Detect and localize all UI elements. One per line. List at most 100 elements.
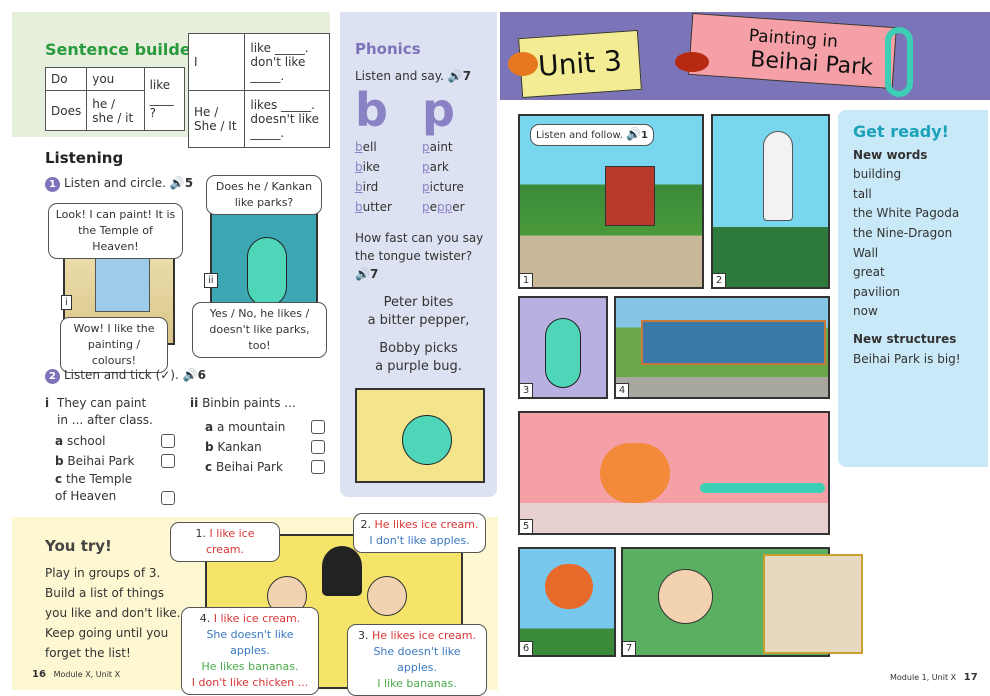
- instruction-line: Build a list of things: [45, 586, 165, 600]
- word-part: p: [422, 180, 430, 194]
- instruction-text: Listen and say.: [355, 69, 444, 83]
- bubble-line: He likes ice cream.: [374, 518, 479, 531]
- ex2-instruction: 2 Listen and tick (✓). 🔊6: [45, 368, 206, 384]
- bubble-number: 1.: [195, 527, 207, 540]
- instruction-line: Play in groups of 3.: [45, 566, 161, 580]
- painting-illustration: [95, 257, 150, 312]
- word-part: er: [452, 200, 465, 214]
- word-part: p: [422, 140, 430, 154]
- footer-text: Module 1, Unit X: [890, 673, 957, 682]
- dragon-illustration: [247, 237, 287, 307]
- comic-panel-5: 5: [518, 411, 830, 535]
- word-part: b: [355, 160, 363, 174]
- opt-letter: c: [55, 472, 63, 486]
- dragon-illustration: [545, 318, 581, 388]
- speaker-icon[interactable]: 🔊: [170, 176, 185, 190]
- word-part: p: [422, 160, 430, 174]
- speaker-icon[interactable]: 🔊: [183, 368, 198, 382]
- dragon-picture: [355, 388, 485, 483]
- track-number: 1: [641, 130, 649, 141]
- dragon-tail-icon: [885, 27, 913, 97]
- twister-line: a bitter pepper,: [367, 313, 470, 328]
- q-num: ii: [190, 396, 199, 410]
- you-try-title: You try!: [45, 537, 112, 555]
- sentence-builder-title: Sentence builder: [45, 40, 199, 59]
- girl-illustration: [322, 546, 362, 596]
- track-number: 5: [184, 176, 194, 190]
- instruction-line: Keep going until you: [45, 626, 169, 640]
- speaker-icon[interactable]: 🔊: [448, 69, 463, 83]
- bubble-number: 4.: [199, 612, 211, 625]
- bubble-number: 3.: [357, 629, 369, 642]
- neg: doesn't like _____.: [250, 112, 319, 140]
- listening-title: Listening: [45, 149, 124, 167]
- checkbox[interactable]: [311, 460, 325, 474]
- unit-header: Unit 3 Painting in Beihai Park: [500, 12, 990, 100]
- phonics-word: pepper: [422, 197, 465, 217]
- letter-b: b: [355, 83, 388, 137]
- speaker-icon[interactable]: 🔊: [626, 127, 641, 141]
- checkbox[interactable]: [161, 434, 175, 448]
- white-pagoda-illustration: [763, 131, 793, 221]
- q-num: i: [45, 396, 50, 410]
- instruction-text: Listen and tick (✓).: [64, 368, 179, 382]
- dragon-claw-icon: [508, 52, 538, 76]
- twister-line: Peter bites: [383, 295, 454, 310]
- gate-illustration: [605, 166, 655, 226]
- bubble-line: I don't like chicken ...: [191, 675, 309, 689]
- panel-number: 2: [712, 273, 726, 288]
- comic-panel-2: 2: [711, 114, 830, 289]
- speech-bubble-4: 4. I like ice cream. She doesn't like app…: [181, 607, 319, 695]
- footer-text: Module X, Unit X: [53, 670, 121, 679]
- dragon-illustration: [402, 415, 452, 465]
- cell: likes _____. doesn't like _____.: [244, 90, 330, 148]
- phonics-word: bike: [355, 157, 392, 177]
- opt-text: Beihai Park: [67, 454, 135, 468]
- b-word-list: bell bike bird butter: [355, 137, 392, 217]
- verb: like: [149, 78, 171, 92]
- p-word-list: paint park picture pepper: [422, 137, 465, 217]
- bubble-line: I like bananas.: [377, 676, 457, 690]
- neg: don't like _____.: [250, 55, 306, 83]
- word-part: pp: [437, 200, 453, 214]
- opt-letter: a: [55, 434, 64, 448]
- get-ready-title: Get ready!: [853, 122, 949, 141]
- instruction-line: you like and don't like.: [45, 606, 181, 620]
- speaker-icon[interactable]: 🔊: [355, 267, 370, 281]
- page-number: 16: [32, 669, 46, 680]
- picture-label: i: [61, 295, 72, 310]
- get-ready-panel: Get ready! New words building tall the Whi…: [838, 110, 988, 467]
- boy-illustration: [658, 569, 713, 624]
- track-number: 7: [462, 69, 472, 83]
- comic-panel-7: 7: [621, 547, 863, 657]
- word-part: aint: [429, 140, 453, 154]
- footer-right: Module 1, Unit X 17: [890, 672, 978, 683]
- answer-table: Ilike _____. don't like _____. He / She /…: [187, 33, 330, 148]
- word-part: b: [355, 180, 363, 194]
- phonics-word: paint: [422, 137, 465, 157]
- dragon-flying-illustration: [600, 443, 670, 503]
- checkbox[interactable]: [161, 454, 175, 468]
- bubble-line: I like ice cream.: [205, 527, 255, 556]
- opt-text: the Temple of Heaven: [55, 472, 133, 503]
- speech-bubble-3: 3. He likes ice cream. She doesn't like a…: [347, 624, 487, 696]
- new-structures-title: New structures: [853, 331, 957, 346]
- speech-bubble: Wow! I like the painting / colours!: [60, 317, 168, 373]
- option: a school: [45, 431, 175, 451]
- checkbox[interactable]: [161, 491, 175, 505]
- checkbox[interactable]: [311, 420, 325, 434]
- opt-letter: b: [55, 454, 64, 468]
- opt-text: Kankan: [217, 440, 262, 454]
- structure-item: Beihai Park is big!: [853, 351, 961, 366]
- phonics-word: park: [422, 157, 465, 177]
- opt-text: school: [66, 434, 106, 448]
- page-number: 17: [963, 672, 978, 683]
- new-word: tall: [853, 186, 872, 201]
- option: b Beihai Park: [45, 451, 175, 471]
- checkbox[interactable]: [311, 440, 325, 454]
- new-word: building: [853, 167, 902, 182]
- footer-left: 16 Module X, Unit X: [32, 669, 120, 680]
- cell: like ____ ?: [143, 67, 186, 131]
- speech-bubble-1: 1. I like ice cream.: [170, 522, 280, 562]
- word-part: ird: [362, 180, 379, 194]
